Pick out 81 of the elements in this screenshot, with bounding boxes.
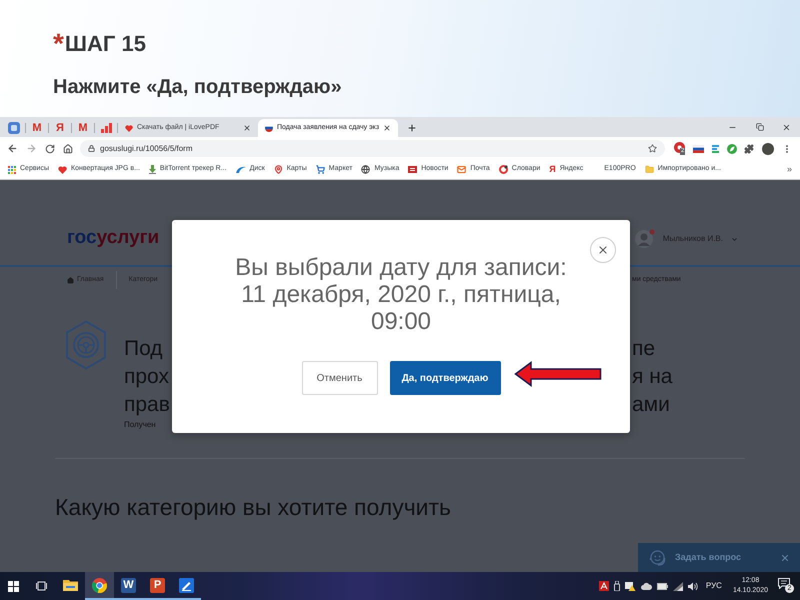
browser-icon: [92, 578, 107, 592]
letter-logo: Я: [549, 165, 556, 174]
instruction-text: Нажмите «Да, подтверждаю»: [53, 75, 342, 99]
taskbar-app-button[interactable]: P: [143, 572, 172, 600]
close-icon[interactable]: [383, 124, 391, 132]
close-icon: [597, 244, 609, 256]
round-logo-icon: [498, 165, 508, 174]
app-logo: W: [121, 578, 136, 592]
mail-icon: [457, 165, 466, 174]
speaker-icon[interactable]: [688, 582, 698, 590]
subtitle-text: Получен: [124, 419, 157, 431]
app-logo: P: [150, 578, 165, 592]
reload-icon[interactable]: [45, 144, 55, 154]
logo-text: гос: [67, 227, 97, 249]
heading-text: пе: [632, 336, 656, 362]
cancel-button[interactable]: Отменить: [302, 361, 378, 395]
close-icon[interactable]: [243, 124, 251, 132]
arc-icon: [236, 166, 246, 173]
download-icon: [148, 165, 156, 174]
usb-drive-icon[interactable]: [614, 581, 620, 591]
leaf-icon[interactable]: [727, 144, 737, 154]
heading-text: ами: [632, 392, 671, 418]
heading-text: Под: [124, 336, 164, 362]
heading-text: прав: [124, 392, 171, 418]
close-icon[interactable]: [782, 122, 791, 132]
avatar-icon[interactable]: [762, 142, 774, 154]
back-icon[interactable]: [7, 143, 18, 154]
user-avatar-icon: [634, 229, 655, 249]
close-button[interactable]: [590, 237, 616, 263]
heart-icon: [58, 166, 68, 174]
network-icon[interactable]: [672, 582, 683, 590]
headset-face-icon: [649, 549, 666, 566]
stacked-windows-icon: [36, 581, 47, 591]
taskbar-app-button[interactable]: [85, 572, 114, 600]
four-squares-icon: [8, 580, 19, 592]
cloud-icon[interactable]: [640, 582, 652, 590]
flag-icon: [265, 124, 273, 132]
steering-wheel-icon: [65, 320, 107, 370]
notification-icon[interactable]: [778, 578, 790, 589]
taskbar-app-button[interactable]: W: [114, 572, 143, 600]
cart-icon: [316, 165, 325, 174]
confirm-button[interactable]: Да, подтверждаю: [390, 361, 500, 395]
pen-tile-icon: [179, 578, 194, 592]
left-arrow-icon: [514, 361, 602, 387]
newspaper-icon: [408, 166, 418, 173]
rounded-tile-icon[interactable]: [8, 122, 20, 134]
extension-icon[interactable]: [712, 144, 719, 152]
map-pin-icon: [274, 165, 283, 174]
battery-icon[interactable]: [656, 582, 668, 590]
home-icon: [67, 276, 74, 284]
dialog-message: 11 декабря, 2020 г., пятница,: [241, 281, 561, 308]
bullet-asterisk: *: [53, 31, 64, 57]
folder-icon: [63, 579, 78, 591]
pdf-icon[interactable]: [598, 581, 609, 591]
grid-icon: [8, 166, 16, 174]
dialog-message: 09:00: [370, 308, 432, 335]
logo-text: услуги: [96, 227, 160, 249]
flag-icon[interactable]: [693, 144, 704, 152]
heading-text: я на: [632, 364, 672, 390]
puzzle-icon[interactable]: [744, 144, 754, 154]
more-bookmarks-button[interactable]: »: [786, 162, 792, 176]
section-heading: Какую категорию вы хотите получить: [55, 494, 452, 520]
restore-icon[interactable]: [756, 123, 764, 131]
heading-text: прох: [124, 364, 170, 390]
bookmark-star-icon[interactable]: [648, 144, 657, 153]
heart-icon: [125, 124, 133, 132]
pinned-tab[interactable]: Я: [56, 122, 64, 134]
new-tab-icon[interactable]: [407, 123, 417, 133]
language-indicator[interactable]: РУС: [706, 580, 722, 592]
warning-icon[interactable]: [624, 581, 636, 591]
pinned-tab[interactable]: M: [78, 122, 88, 134]
step-title: ШАГ 15: [64, 31, 146, 57]
chat-label: Задать вопрос: [675, 550, 742, 564]
home-icon[interactable]: [63, 144, 73, 154]
bar-chart-icon[interactable]: [100, 123, 112, 133]
dialog-message: Вы выбрали дату для записи:: [235, 254, 567, 281]
lock-icon: [88, 145, 95, 152]
folder-icon: [644, 165, 654, 174]
address-field[interactable]: gosuslugi.ru/10056/5/form: [80, 140, 665, 157]
globe-icon: [361, 165, 370, 174]
pinned-tab[interactable]: M: [32, 122, 42, 134]
